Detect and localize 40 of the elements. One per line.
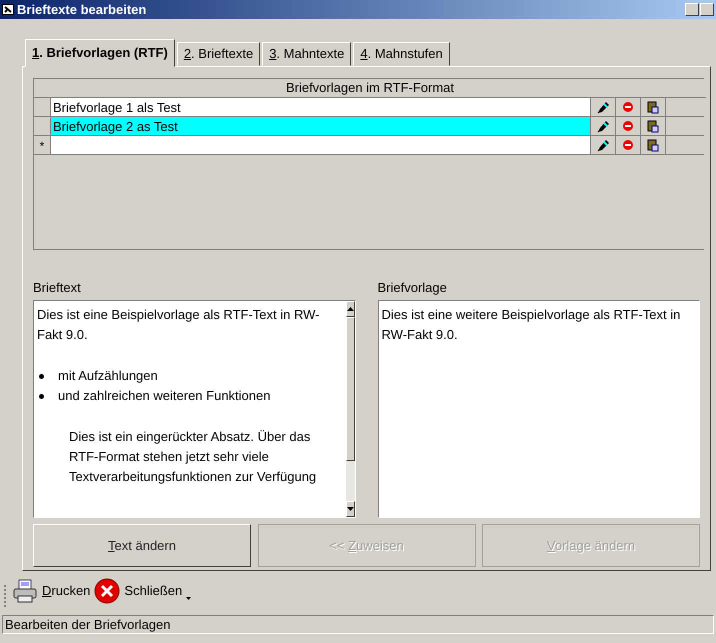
delete-icon xyxy=(621,100,635,114)
briefvorlage-box[interactable]: Dies ist eine weitere Beispielvorlage als RTF-Text in RW-Fakt 9.0. xyxy=(378,300,700,518)
grid-cell[interactable] xyxy=(51,136,591,154)
grid-cell[interactable]: Briefvorlage 1 als Test xyxy=(51,98,591,116)
toolbar-grip xyxy=(4,585,8,607)
bullet-icon xyxy=(39,394,44,399)
indented-paragraph: Dies ist ein eingerückter Absatz. Über das RTF-Format stehen jetzt sehr viele Textverarbeitungsfunktionen zur Verfügung xyxy=(68,428,318,486)
status-bar: Bearbeiten der Briefvorlagen xyxy=(2,615,714,634)
toolbar-button[interactable]: Schließen xyxy=(94,578,182,604)
window-title: Brieftexte bearbeiten xyxy=(17,0,148,18)
close-icon xyxy=(94,578,120,604)
pen-icon xyxy=(596,100,610,114)
brieftext-box[interactable] xyxy=(33,300,356,518)
action-button[interactable]: Text ändern xyxy=(33,524,251,567)
clipboard-icon xyxy=(646,119,660,133)
bullet-item: und zahlreichen weiteren Funktionen xyxy=(58,387,270,405)
delete-icon xyxy=(621,119,635,133)
clipboard-icon xyxy=(646,100,660,114)
delete-icon xyxy=(621,138,635,152)
toolbar-button[interactable]: Drucken xyxy=(12,578,90,604)
grid-cell[interactable]: Briefvorlage 2 as Test xyxy=(51,117,591,135)
pen-icon xyxy=(596,138,610,152)
maximize-button[interactable] xyxy=(700,3,714,16)
bullet-icon xyxy=(39,374,44,379)
tab[interactable]: 2. Brieftexte xyxy=(176,42,260,66)
tab[interactable]: 1. Briefvorlagen (RTF) xyxy=(25,39,175,67)
printer-icon xyxy=(12,578,38,604)
dropdown-arrow-icon[interactable] xyxy=(186,596,192,600)
tab[interactable]: 4. Mahnstufen xyxy=(353,42,450,66)
bullet-item: mit Aufzählungen xyxy=(58,367,158,385)
clipboard-icon xyxy=(646,138,660,152)
paragraph: Dies ist eine Beispielvorlage als RTF-Text in RW-Fakt 9.0. xyxy=(37,306,320,344)
brieftext-label: Brieftext xyxy=(33,279,82,297)
scroll-down-arrow-icon[interactable] xyxy=(346,507,354,511)
scroll-up-arrow-icon[interactable] xyxy=(346,307,354,311)
pen-icon xyxy=(596,119,610,133)
window-icon xyxy=(2,4,14,15)
minimize-button[interactable] xyxy=(685,3,699,16)
tab[interactable]: 3. Mahntexte xyxy=(262,42,352,66)
briefvorlage-label: Briefvorlage xyxy=(378,279,448,297)
